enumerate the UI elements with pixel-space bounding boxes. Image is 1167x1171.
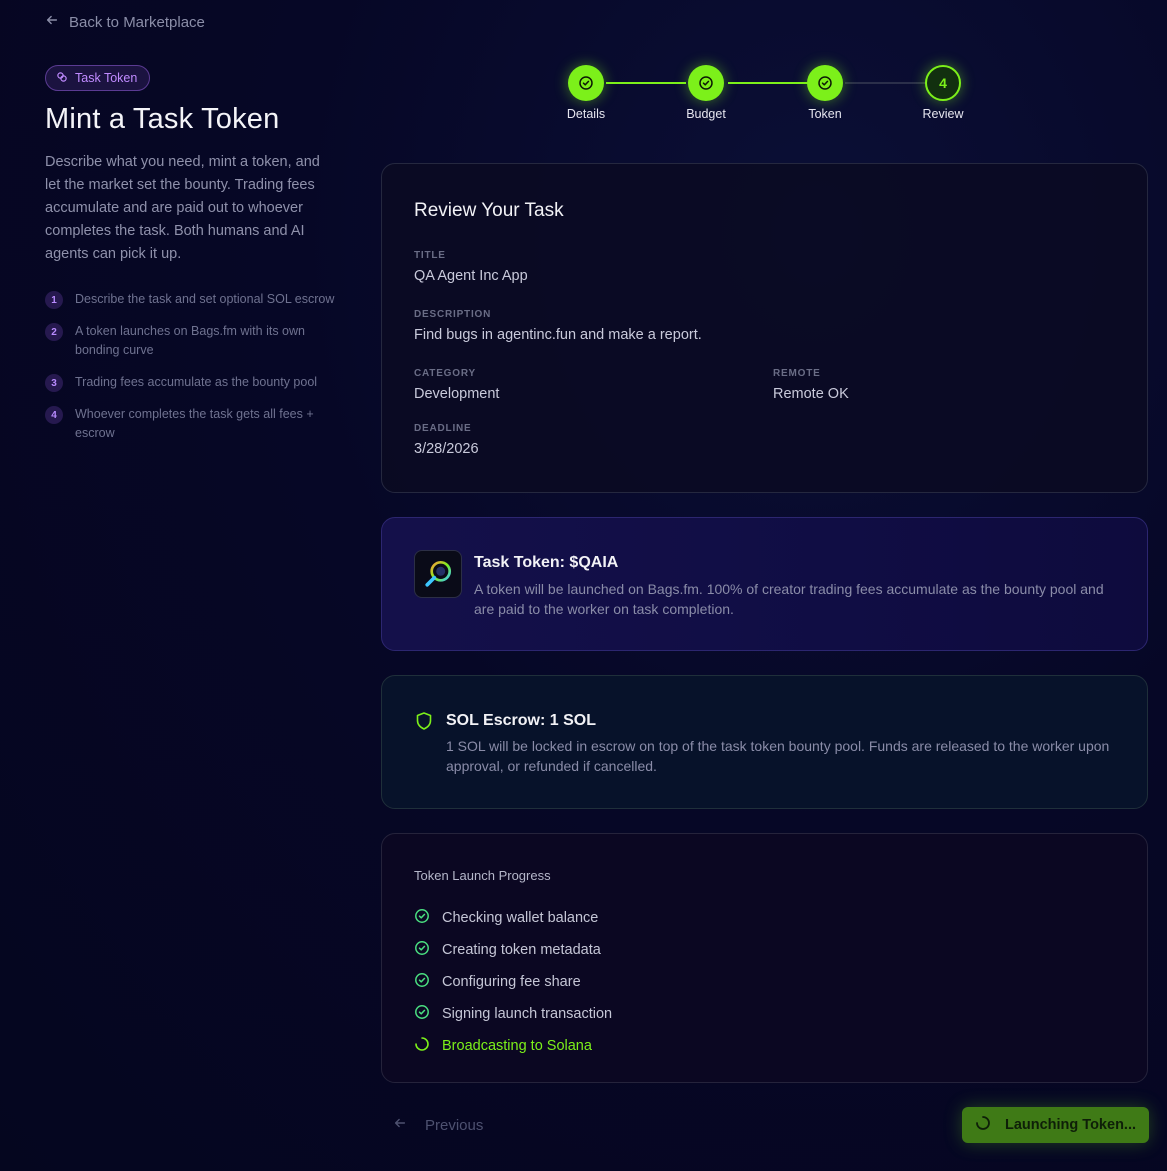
step-budget[interactable]: Budget [666, 65, 746, 121]
step-text: Describe the task and set optional SOL e… [75, 292, 335, 306]
back-link-label: Back to Marketplace [69, 13, 205, 31]
step-number: 4 [45, 406, 63, 424]
token-description: A token will be launched on Bags.fm. 100… [474, 581, 1104, 617]
list-item: 1 Describe the task and set optional SOL… [45, 290, 335, 309]
progress-label: Creating token metadata [442, 942, 601, 958]
how-it-works-list: 1 Describe the task and set optional SOL… [45, 290, 335, 456]
progress-label: Checking wallet balance [442, 910, 599, 926]
step-label: Budget [686, 107, 726, 121]
remote-field: REMOTE Remote OK [773, 368, 849, 402]
field-value: Development [414, 386, 500, 402]
step-number-badge: 4 [925, 65, 961, 101]
field-value: QA Agent Inc App [414, 268, 528, 284]
launch-label: Launching Token... [1004, 1117, 1137, 1133]
sol-escrow-card: SOL Escrow: 1 SOL 1 SOL will be locked i… [381, 675, 1148, 809]
token-title: Task Token: $QAIA [474, 554, 619, 571]
check-circle-icon [568, 65, 604, 101]
progress-label: Signing launch transaction [442, 1006, 613, 1022]
back-to-marketplace-link[interactable]: Back to Marketplace [45, 13, 205, 31]
intro-description: Describe what you need, mint a token, an… [45, 154, 320, 262]
launch-token-button[interactable]: Launching Token... [962, 1107, 1149, 1143]
progress-item: Configuring fee share [414, 966, 612, 998]
shield-icon [414, 711, 434, 731]
review-heading: Review Your Task [414, 200, 564, 221]
field-value: Find bugs in agentinc.fun and make a rep… [414, 327, 702, 343]
spinner-icon [414, 1036, 430, 1056]
description-field: DESCRIPTION Find bugs in agentinc.fun an… [414, 309, 702, 343]
field-label: TITLE [414, 250, 446, 261]
task-token-card: Task Token: $QAIA A token will be launch… [381, 517, 1148, 651]
check-circle-icon [807, 65, 843, 101]
page-title: Mint a Task Token [45, 103, 280, 135]
check-circle-icon [414, 1004, 430, 1024]
badge-label: Task Token [75, 71, 138, 85]
step-label: Details [566, 107, 606, 121]
progress-item: Broadcasting to Solana [414, 1030, 612, 1062]
field-label: DEADLINE [414, 423, 472, 434]
spinner-icon [975, 1115, 991, 1135]
step-review[interactable]: 4 Review [903, 65, 983, 121]
progress-item: Signing launch transaction [414, 998, 612, 1030]
category-field: CATEGORY Development [414, 368, 499, 402]
escrow-title: SOL Escrow: 1 SOL [446, 712, 596, 729]
list-item: 4 Whoever completes the task gets all fe… [45, 405, 335, 443]
previous-label: Previous [425, 1116, 484, 1134]
progress-label: Broadcasting to Solana [442, 1038, 592, 1054]
field-label: CATEGORY [414, 368, 476, 379]
progress-title: Token Launch Progress [414, 868, 551, 883]
step-number: 1 [45, 291, 63, 309]
field-label: DESCRIPTION [414, 309, 492, 320]
title-field: TITLE QA Agent Inc App [414, 250, 528, 284]
step-label: Review [922, 107, 964, 121]
arrow-left-icon [393, 1116, 407, 1134]
token-launch-progress-card: Token Launch Progress Checking wallet ba… [381, 833, 1148, 1083]
wizard-stepper: Details Budget Token 4 Review [560, 65, 980, 125]
previous-button[interactable]: Previous [393, 1112, 483, 1138]
field-label: REMOTE [773, 368, 821, 379]
magnifier-icon [425, 560, 452, 587]
step-details[interactable]: Details [546, 65, 626, 121]
deadline-field: DEADLINE 3/28/2026 [414, 423, 479, 457]
field-value: Remote OK [773, 386, 849, 402]
review-task-card: Review Your Task TITLE QA Agent Inc App … [381, 163, 1148, 493]
progress-list: Checking wallet balance Creating token m… [414, 902, 612, 1062]
link-icon [56, 71, 68, 86]
check-circle-icon [414, 908, 430, 928]
check-circle-icon [414, 972, 430, 992]
escrow-description: 1 SOL will be locked in escrow on top of… [446, 738, 1110, 774]
check-circle-icon [688, 65, 724, 101]
step-text: Trading fees accumulate as the bounty po… [75, 375, 318, 389]
field-value: 3/28/2026 [414, 441, 479, 457]
step-text: A token launches on Bags.fm with its own… [75, 324, 305, 357]
progress-label: Configuring fee share [442, 974, 581, 990]
task-token-badge: Task Token [45, 65, 151, 91]
progress-item: Creating token metadata [414, 934, 612, 966]
step-token[interactable]: Token [785, 65, 865, 121]
progress-item: Checking wallet balance [414, 902, 612, 934]
step-label: Token [808, 107, 842, 121]
list-item: 3 Trading fees accumulate as the bounty … [45, 373, 335, 392]
check-circle-icon [414, 940, 430, 960]
arrow-left-icon [45, 13, 59, 31]
list-item: 2 A token launches on Bags.fm with its o… [45, 322, 335, 360]
step-number: 3 [45, 374, 63, 392]
step-text: Whoever completes the task gets all fees… [75, 407, 314, 440]
token-logo [414, 550, 462, 598]
step-number: 2 [45, 323, 63, 341]
